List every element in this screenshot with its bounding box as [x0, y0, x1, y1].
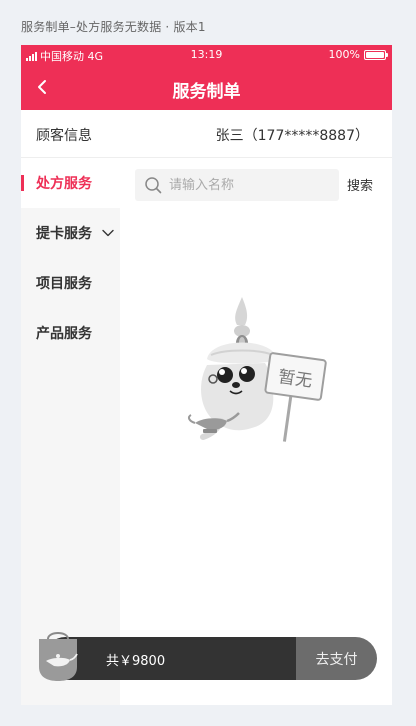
empty-state-mascot-illustration: 暂无 — [187, 297, 327, 442]
status-bar: 中国移动 4G 13:19 100% — [21, 45, 392, 65]
page-caption: 服务制单–处方服务无数据 · 版本1 — [21, 20, 206, 34]
cart-total: 共￥9800 — [106, 654, 166, 669]
search-icon — [145, 177, 162, 194]
search-input[interactable] — [169, 169, 334, 201]
battery-icon — [364, 49, 388, 60]
side-item-label: 产品服务 — [36, 326, 92, 342]
shopping-bag-icon[interactable] — [36, 625, 80, 683]
side-item-label: 处方服务 — [36, 176, 92, 192]
customer-info-value: 张三（177*****8887） — [215, 128, 369, 144]
side-item-prescription-service[interactable]: 处方服务 — [21, 158, 120, 208]
customer-info-label: 顾客信息 — [36, 128, 92, 144]
chevron-down-icon — [102, 229, 114, 237]
side-item-product-service[interactable]: 产品服务 — [21, 308, 120, 358]
side-item-card-service[interactable]: 提卡服务 — [21, 208, 120, 258]
side-item-label: 项目服务 — [36, 276, 92, 292]
page-title: 服务制单 — [172, 82, 241, 102]
phone-screen: 中国移动 4G 13:19 100% 服务制单 顾客信息 张三（177*****… — [21, 45, 392, 705]
pay-button[interactable]: 去支付 — [296, 637, 377, 680]
customer-info-row[interactable]: 顾客信息 张三（177*****8887） — [21, 110, 392, 158]
battery-percent: 100% — [328, 48, 360, 61]
side-item-project-service[interactable]: 项目服务 — [21, 258, 120, 308]
search-button[interactable]: 搜索 — [347, 175, 373, 194]
service-category-menu: 处方服务 提卡服务 项目服务 产品服务 — [21, 158, 120, 705]
side-item-label: 提卡服务 — [36, 226, 92, 242]
checkout-bar: 共￥9800 去支付 — [36, 632, 377, 681]
nav-bar: 服务制单 — [21, 65, 392, 110]
search-box — [135, 169, 339, 201]
cart-summary[interactable]: 共￥9800 — [44, 637, 304, 680]
